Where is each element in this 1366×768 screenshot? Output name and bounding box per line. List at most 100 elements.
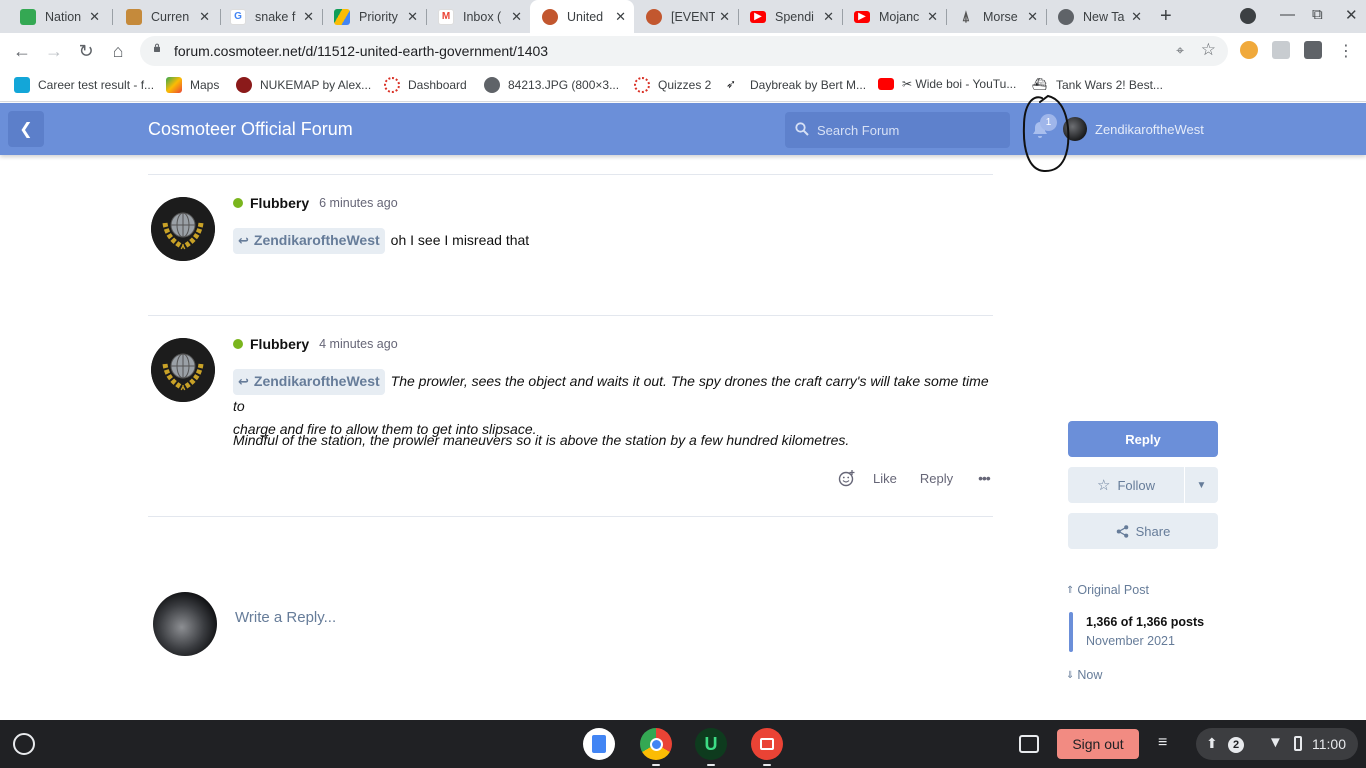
reply-button[interactable]: Reply: [920, 471, 953, 486]
post-author[interactable]: Flubbery: [250, 195, 309, 211]
add-reaction-icon[interactable]: [838, 469, 856, 487]
system-tray[interactable]: ⬆ 2 ▼ 11:00: [1196, 728, 1358, 760]
restore-icon[interactable]: ⧉: [1312, 6, 1323, 23]
bookmark-item[interactable]: Quizzes 2: [634, 77, 711, 93]
forum-header: ❮ Cosmoteer Official Forum Search Forum …: [0, 103, 1366, 155]
online-indicator: [233, 339, 243, 349]
extension-icon[interactable]: [1240, 41, 1258, 59]
url-text[interactable]: forum.cosmoteer.net/d/11512-united-earth…: [174, 43, 548, 59]
bookmark-item[interactable]: 84213.JPG (800×3...: [484, 77, 619, 93]
write-reply-input[interactable]: Write a Reply...: [235, 609, 336, 626]
bookmark-label: ✂ Wide boi - YouTu...: [902, 77, 1017, 91]
notifications-button[interactable]: 1: [1030, 114, 1057, 142]
bookmark-item[interactable]: ✂ Wide boi - YouTu...: [878, 77, 1016, 91]
browser-tab[interactable]: M Inbox ( ✕: [426, 0, 530, 33]
scrubber-position: 1,366 of 1,366 posts: [1086, 615, 1205, 629]
star-outline-icon: ☆: [1096, 477, 1111, 494]
bookmark-item[interactable]: Maps: [166, 77, 219, 93]
close-icon[interactable]: ✕: [89, 9, 100, 25]
puzzle-icon[interactable]: [1304, 41, 1322, 59]
avatar[interactable]: [1063, 117, 1087, 141]
home-icon[interactable]: ⌂: [106, 39, 130, 63]
tab-title: Priority: [359, 9, 398, 24]
forum-title[interactable]: Cosmoteer Official Forum: [148, 119, 353, 140]
dashboard-icon: [384, 77, 400, 93]
minimize-icon[interactable]: —: [1280, 6, 1295, 23]
morse-icon: ⍋: [961, 8, 971, 24]
mention-link[interactable]: ↩ ZendikaroftheWest: [233, 228, 385, 254]
close-icon[interactable]: ✕: [511, 9, 522, 25]
browser-tab[interactable]: ▶ Spendi ✕: [738, 0, 842, 33]
search-input[interactable]: Search Forum: [785, 112, 1010, 148]
like-button[interactable]: Like: [873, 471, 897, 486]
close-icon[interactable]: ✕: [719, 9, 730, 25]
google-docs-icon[interactable]: [583, 728, 615, 760]
browser-tab[interactable]: Nation ✕: [8, 0, 108, 33]
browser-tab[interactable]: New Ta ✕: [1046, 0, 1150, 33]
follow-button[interactable]: ☆ Follow: [1068, 467, 1184, 503]
avatar[interactable]: [151, 197, 215, 261]
browser-tab[interactable]: [EVENT ✕: [634, 0, 738, 33]
new-tab-button[interactable]: +: [1160, 5, 1172, 28]
close-icon[interactable]: ✕: [407, 9, 418, 25]
bookmark-item[interactable]: NUKEMAP by Alex...: [236, 77, 371, 93]
scrubber-handle[interactable]: [1069, 612, 1073, 652]
browser-tab[interactable]: ▶ Mojanc ✕: [842, 0, 946, 33]
close-icon[interactable]: ✕: [1131, 9, 1142, 25]
search-placeholder: Search Forum: [817, 123, 900, 138]
mention-link[interactable]: ↩ ZendikaroftheWest: [233, 369, 385, 395]
sign-out-button[interactable]: Sign out: [1057, 729, 1139, 759]
bookmarks-bar: Career test result - f... Maps NUKEMAP b…: [0, 69, 1366, 102]
browser-tab[interactable]: G snake f ✕: [218, 0, 322, 33]
more-options-icon[interactable]: •••: [978, 470, 991, 486]
close-icon[interactable]: ✕: [823, 9, 834, 25]
back-button[interactable]: ❮: [8, 111, 44, 147]
follow-dropdown-button[interactable]: ▼: [1185, 467, 1218, 503]
browser-tab-active[interactable]: United ✕: [530, 0, 634, 33]
username[interactable]: ZendikaroftheWest: [1095, 122, 1204, 137]
youtube-icon: ▶: [854, 10, 870, 23]
launcher-icon[interactable]: [13, 733, 35, 755]
share-button[interactable]: Share: [1068, 513, 1218, 549]
tab-search-icon[interactable]: [1240, 8, 1256, 24]
gallery-icon[interactable]: [751, 728, 783, 760]
location-icon[interactable]: ⌖: [1176, 42, 1184, 59]
search-icon: [795, 122, 809, 136]
close-icon[interactable]: ✕: [1027, 9, 1038, 25]
bookmark-star-icon[interactable]: ☆: [1201, 40, 1216, 60]
extension-icon[interactable]: [1272, 41, 1290, 59]
browser-tab[interactable]: Curren ✕: [114, 0, 218, 33]
avatar[interactable]: [151, 338, 215, 402]
bookmark-item[interactable]: ➶ Daybreak by Bert M...: [726, 77, 866, 93]
browser-tab[interactable]: ⍋ Morse ✕: [946, 0, 1046, 33]
bookmark-item[interactable]: Dashboard: [384, 77, 467, 93]
google-earth-icon: [20, 8, 36, 25]
media-queue-icon[interactable]: ≡: [1158, 734, 1167, 752]
close-icon[interactable]: ✕: [615, 9, 626, 25]
chrome-icon[interactable]: [640, 728, 672, 760]
close-icon[interactable]: ✕: [927, 9, 938, 25]
post-time[interactable]: 4 minutes ago: [319, 337, 398, 351]
post-author[interactable]: Flubbery: [250, 336, 309, 352]
close-icon[interactable]: ✕: [199, 9, 210, 25]
bookmark-item[interactable]: Career test result - f...: [14, 77, 154, 93]
browser-tab[interactable]: Priority ✕: [322, 0, 426, 33]
back-arrow-icon[interactable]: ←: [10, 39, 34, 63]
kebab-menu-icon[interactable]: ⋮: [1334, 39, 1358, 63]
double-chevron-up-icon: ⇑: [1066, 584, 1075, 596]
u-app-icon[interactable]: U: [695, 728, 727, 760]
reply-button-sidebar[interactable]: Reply: [1068, 421, 1218, 457]
close-window-icon[interactable]: ✕: [1345, 6, 1358, 24]
close-icon[interactable]: ✕: [303, 9, 314, 25]
scrubber-date: November 2021: [1086, 634, 1175, 648]
battery-icon: [1294, 736, 1302, 751]
address-bar[interactable]: forum.cosmoteer.net/d/11512-united-earth…: [140, 36, 1228, 66]
reload-icon[interactable]: ↻: [74, 39, 98, 63]
original-post-link[interactable]: ⇑ Original Post: [1066, 583, 1149, 597]
bookmark-item[interactable]: ⛴ Tank Wars 2! Best...: [1032, 77, 1163, 93]
post-time[interactable]: 6 minutes ago: [319, 196, 398, 210]
screen-capture-icon[interactable]: [1019, 735, 1039, 753]
forward-arrow-icon[interactable]: →: [42, 39, 66, 63]
now-link[interactable]: ⇓ Now: [1066, 668, 1102, 682]
mention-username: ZendikaroftheWest: [253, 373, 380, 389]
